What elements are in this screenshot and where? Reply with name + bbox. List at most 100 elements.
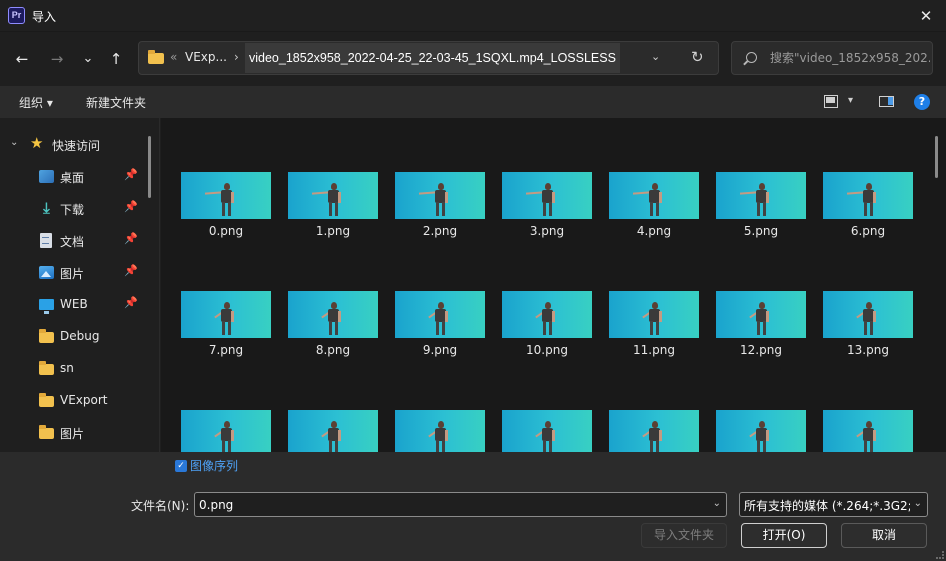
download-icon: ⤓ [43,199,50,217]
view-mode-icon[interactable] [824,95,838,108]
file-item[interactable]: 1.png [287,172,379,252]
sidebar-scrollbar[interactable] [148,136,151,198]
sidebar-item-documents[interactable]: 文档 📌 [0,226,148,256]
file-thumbnail [823,291,913,338]
file-item[interactable] [608,410,700,452]
file-list-view[interactable]: 0.png 1.png 2.png 3.png 4.png 5.png 6.png 7.png… [161,118,946,452]
file-name-label: 3.png [529,224,565,238]
preview-pane-icon[interactable] [879,96,894,107]
file-item[interactable]: 12.png [715,291,807,371]
folder-icon [39,393,54,407]
file-name-label: 1.png [315,224,351,238]
sidebar-item-vexport[interactable]: VExport [0,386,148,416]
file-item[interactable] [501,410,593,452]
refresh-icon[interactable]: ↻ [691,48,704,66]
address-dropdown-icon[interactable]: ⌄ [651,50,660,63]
sidebar-item-pictures[interactable]: 图片 📌 [0,258,148,288]
sidebar-item-label: sn [60,361,74,375]
pin-icon: 📌 [124,168,138,181]
new-folder-button[interactable]: 新建文件夹 [86,94,146,111]
file-thumbnail [609,291,699,338]
open-button[interactable]: 打开(O) [741,523,827,548]
sidebar-item-label: 文档 [60,235,85,249]
file-item[interactable]: 3.png [501,172,593,252]
file-item[interactable]: 0.png [180,172,272,252]
help-icon[interactable]: ? [914,94,930,110]
file-name-label: 12.png [740,343,782,357]
checkmark-icon: ✓ [177,461,185,471]
file-name-label: 0.png [208,224,244,238]
file-item[interactable]: 6.png [822,172,914,252]
sidebar-item-label: 图片 [60,267,85,281]
file-item[interactable]: 9.png [394,291,486,371]
window-title: 导入 [32,10,57,24]
file-item[interactable] [180,410,272,452]
import-folder-button[interactable]: 导入文件夹 [641,523,727,548]
file-type-select[interactable]: 所有支持的媒体 (*.264;*.3G2;* ⌄ [739,492,928,517]
back-button[interactable]: ← [9,46,35,72]
sidebar-item-label: 桌面 [60,171,85,185]
file-list-scrollbar[interactable] [935,136,938,178]
search-input[interactable] [770,42,930,74]
file-item[interactable]: 10.png [501,291,593,371]
file-item[interactable] [287,410,379,452]
image-sequence-label[interactable]: 图像序列 [190,457,238,474]
organize-menu-button[interactable]: 组织 ▾ [19,94,53,111]
file-name-label: 10.png [526,343,568,357]
sidebar-item-debug[interactable]: Debug [0,322,148,352]
file-item[interactable]: 11.png [608,291,700,371]
address-bar[interactable]: « VExp... › video_1852x958_2022-04-25_22… [138,41,719,75]
file-thumbnail [609,172,699,219]
command-bar: 组织 ▾ 新建文件夹 ▾ ? [0,86,946,118]
dialog-footer: ✓ 图像序列 文件名(N): ⌄ 所有支持的媒体 (*.264;*.3G2;* … [0,452,946,561]
recent-locations-button[interactable]: ⌄ [75,46,101,72]
file-item[interactable] [715,410,807,452]
sidebar-item-sn[interactable]: sn [0,354,148,384]
file-item[interactable]: 13.png [822,291,914,371]
cancel-button[interactable]: 取消 [841,523,927,548]
search-box[interactable] [731,41,933,75]
filename-combobox[interactable]: ⌄ [194,492,727,517]
sidebar-item-label: 图片 [60,427,85,441]
file-item[interactable]: 2.png [394,172,486,252]
resize-grip-icon[interactable] [936,551,944,559]
chevron-down-icon[interactable]: ⌄ [713,498,721,509]
folder-icon [39,425,54,439]
pin-icon: 📌 [124,232,138,245]
file-item[interactable]: 8.png [287,291,379,371]
sidebar-item-desktop[interactable]: 桌面 📌 [0,162,148,192]
file-item[interactable]: 7.png [180,291,272,371]
sidebar-item-quick-access[interactable]: ⌄ ★ 快速访问 [0,130,148,160]
file-thumbnail [288,172,378,219]
filename-input[interactable] [199,493,699,516]
up-button[interactable]: ↑ [103,46,129,72]
file-name-label: 7.png [208,343,244,357]
file-item[interactable] [394,410,486,452]
breadcrumb-separator-icon[interactable]: › [234,50,239,64]
breadcrumb-item-vexport[interactable]: VExp... [185,50,227,64]
close-button[interactable]: ✕ [914,4,938,28]
breadcrumb-overflow-button[interactable]: « [170,50,177,64]
sidebar-item-web[interactable]: WEB 📌 [0,290,148,320]
file-item[interactable]: 5.png [715,172,807,252]
file-name-label: 5.png [743,224,779,238]
file-name-label: 13.png [847,343,889,357]
file-name-label: 8.png [315,343,351,357]
view-dropdown-icon[interactable]: ▾ [848,95,853,106]
search-icon [746,52,757,63]
file-thumbnail [502,172,592,219]
file-thumbnail [395,172,485,219]
file-item[interactable]: 4.png [608,172,700,252]
sidebar-item-downloads[interactable]: ⤓ 下载 📌 [0,194,148,224]
chevron-down-icon: ⌄ [82,51,94,66]
file-thumbnail [716,172,806,219]
desktop-icon [39,170,54,183]
arrow-up-icon: ↑ [109,50,123,68]
chevron-down-icon[interactable]: ⌄ [10,137,18,148]
star-icon: ★ [30,134,44,152]
breadcrumb-item-current[interactable]: video_1852x958_2022-04-25_22-03-45_1SQXL… [245,43,620,73]
image-sequence-checkbox[interactable]: ✓ [175,460,187,472]
sidebar-item-pictures-folder[interactable]: 图片 [0,418,148,448]
forward-button[interactable]: → [44,46,70,72]
file-item[interactable] [822,410,914,452]
